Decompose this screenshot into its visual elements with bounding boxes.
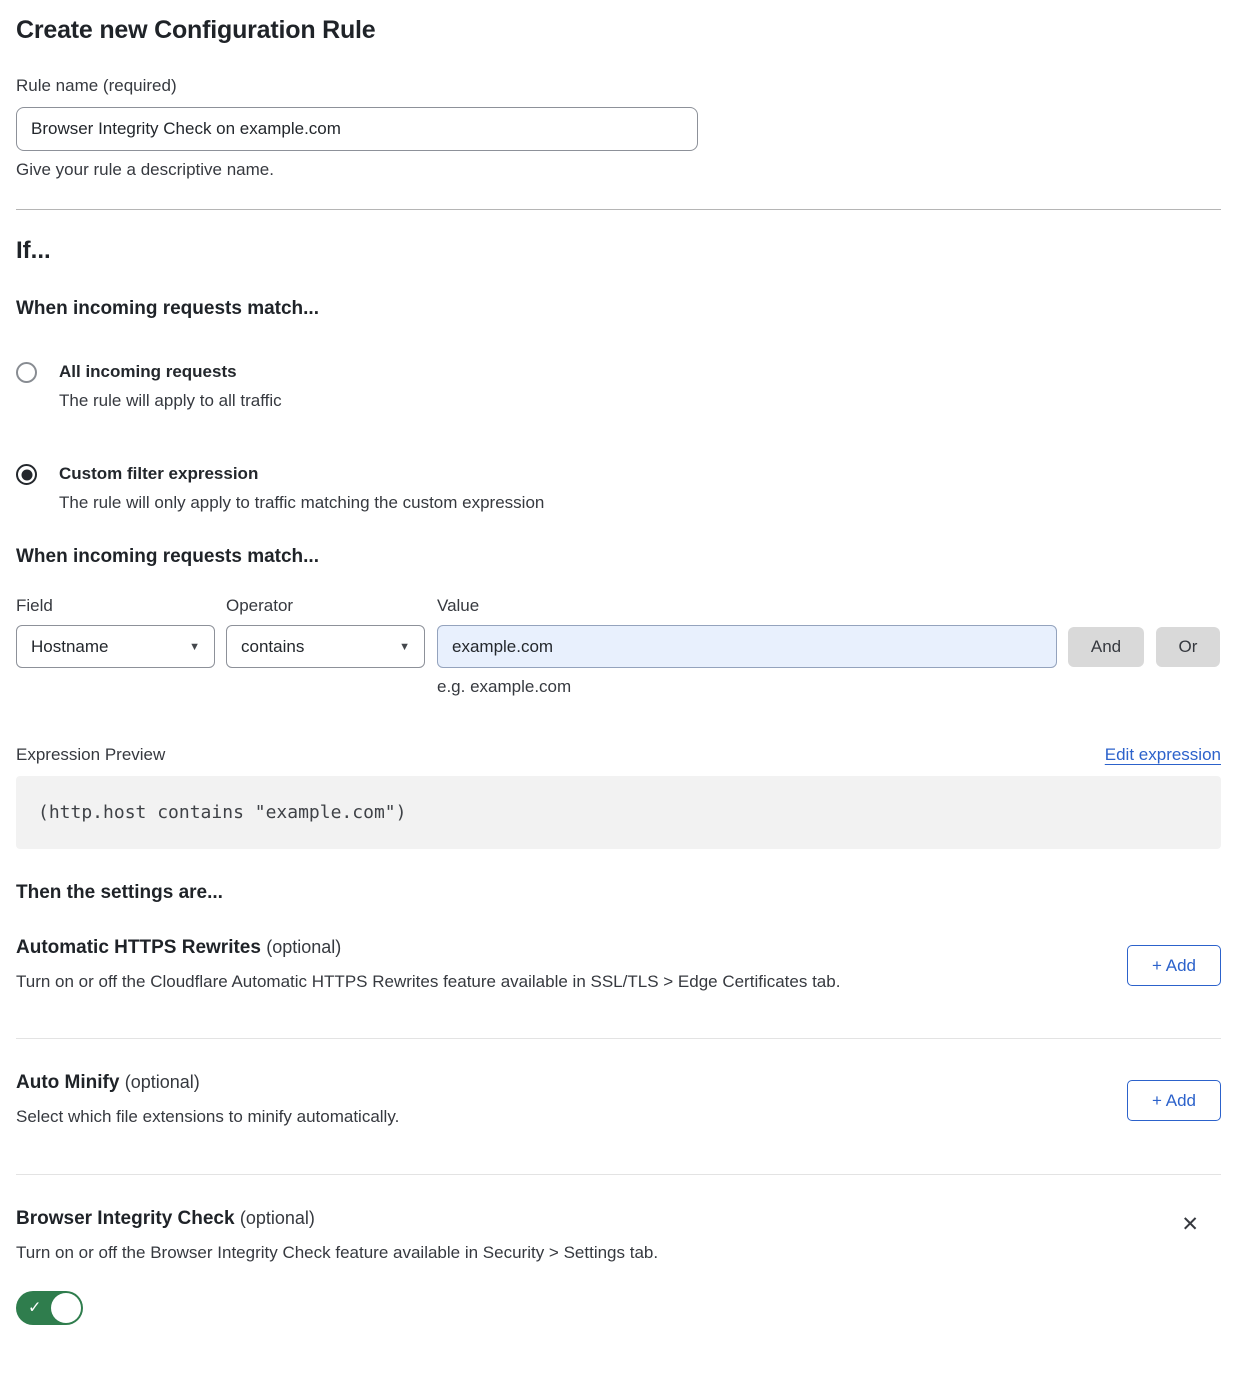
- edit-expression-link[interactable]: Edit expression: [1105, 745, 1221, 765]
- or-button[interactable]: Or: [1156, 627, 1220, 667]
- optional-tag: (optional): [125, 1072, 200, 1092]
- rule-name-help: Give your rule a descriptive name.: [16, 160, 1221, 180]
- toggle-knob[interactable]: [51, 1293, 81, 1323]
- radio-button-selected[interactable]: [16, 464, 37, 485]
- setting-divider: [16, 1038, 1221, 1039]
- optional-tag: (optional): [266, 937, 341, 957]
- chevron-down-icon: ▼: [399, 641, 410, 653]
- expression-builder-labels: Field Operator Value: [16, 596, 1221, 616]
- expression-code: (http.host contains "example.com"): [38, 802, 406, 823]
- setting-auto-minify: Auto Minify (optional) Select which file…: [16, 1072, 1221, 1127]
- setting-name: Browser Integrity Check: [16, 1208, 235, 1229]
- value-label: Value: [437, 596, 479, 616]
- setting-title: Browser Integrity Check (optional): [16, 1208, 658, 1230]
- radio-label[interactable]: Custom filter expression: [59, 464, 544, 484]
- setting-description: Select which file extensions to minify a…: [16, 1107, 399, 1127]
- browser-integrity-check-toggle[interactable]: ✓: [16, 1291, 83, 1325]
- setting-divider: [16, 1174, 1221, 1175]
- radio-description: The rule will apply to all traffic: [59, 391, 282, 411]
- close-icon[interactable]: ✕: [1181, 1214, 1199, 1235]
- setting-name: Automatic HTTPS Rewrites: [16, 937, 261, 958]
- and-button[interactable]: And: [1068, 627, 1144, 667]
- expression-builder-heading: When incoming requests match...: [16, 546, 1221, 568]
- operator-select[interactable]: contains ▼: [226, 625, 425, 668]
- add-button[interactable]: + Add: [1127, 945, 1221, 986]
- check-icon: ✓: [28, 1298, 41, 1318]
- value-input[interactable]: [437, 625, 1057, 668]
- if-heading: If...: [16, 237, 1221, 265]
- expression-preview-header: Expression Preview Edit expression: [16, 745, 1221, 765]
- operator-label: Operator: [226, 596, 437, 616]
- expression-builder-row: Hostname ▼ contains ▼ And Or: [16, 625, 1221, 668]
- request-match-radio-group: All incoming requests The rule will appl…: [16, 362, 1221, 513]
- page-title: Create new Configuration Rule: [16, 16, 1221, 45]
- setting-description: Turn on or off the Cloudflare Automatic …: [16, 972, 840, 992]
- setting-description: Turn on or off the Browser Integrity Che…: [16, 1243, 658, 1263]
- radio-description: The rule will only apply to traffic matc…: [59, 493, 544, 513]
- add-button[interactable]: + Add: [1127, 1080, 1221, 1121]
- setting-automatic-https-rewrites: Automatic HTTPS Rewrites (optional) Turn…: [16, 937, 1221, 992]
- setting-browser-integrity-check: Browser Integrity Check (optional) Turn …: [16, 1208, 1221, 1330]
- expression-preview-label: Expression Preview: [16, 745, 165, 765]
- radio-button-unselected[interactable]: [16, 362, 37, 383]
- setting-title: Automatic HTTPS Rewrites (optional): [16, 937, 840, 959]
- value-hint: e.g. example.com: [437, 677, 1221, 697]
- section-divider: [16, 209, 1221, 210]
- match-heading: When incoming requests match...: [16, 298, 1221, 320]
- chevron-down-icon: ▼: [189, 641, 200, 653]
- setting-title: Auto Minify (optional): [16, 1072, 399, 1094]
- field-selected-value: Hostname: [31, 637, 108, 657]
- operator-selected-value: contains: [241, 637, 304, 657]
- radio-option-all-incoming[interactable]: All incoming requests The rule will appl…: [16, 362, 1221, 411]
- rule-name-label: Rule name (required): [16, 76, 1221, 96]
- radio-option-custom-filter[interactable]: Custom filter expression The rule will o…: [16, 464, 1221, 513]
- radio-label[interactable]: All incoming requests: [59, 362, 282, 382]
- field-select[interactable]: Hostname ▼: [16, 625, 215, 668]
- setting-name: Auto Minify: [16, 1072, 119, 1093]
- settings-heading: Then the settings are...: [16, 882, 1221, 904]
- optional-tag: (optional): [240, 1208, 315, 1228]
- expression-code-block: (http.host contains "example.com"): [16, 776, 1221, 849]
- rule-name-input[interactable]: [16, 107, 698, 151]
- field-label: Field: [16, 596, 226, 616]
- create-configuration-rule-page: Create new Configuration Rule Rule name …: [0, 0, 1237, 1344]
